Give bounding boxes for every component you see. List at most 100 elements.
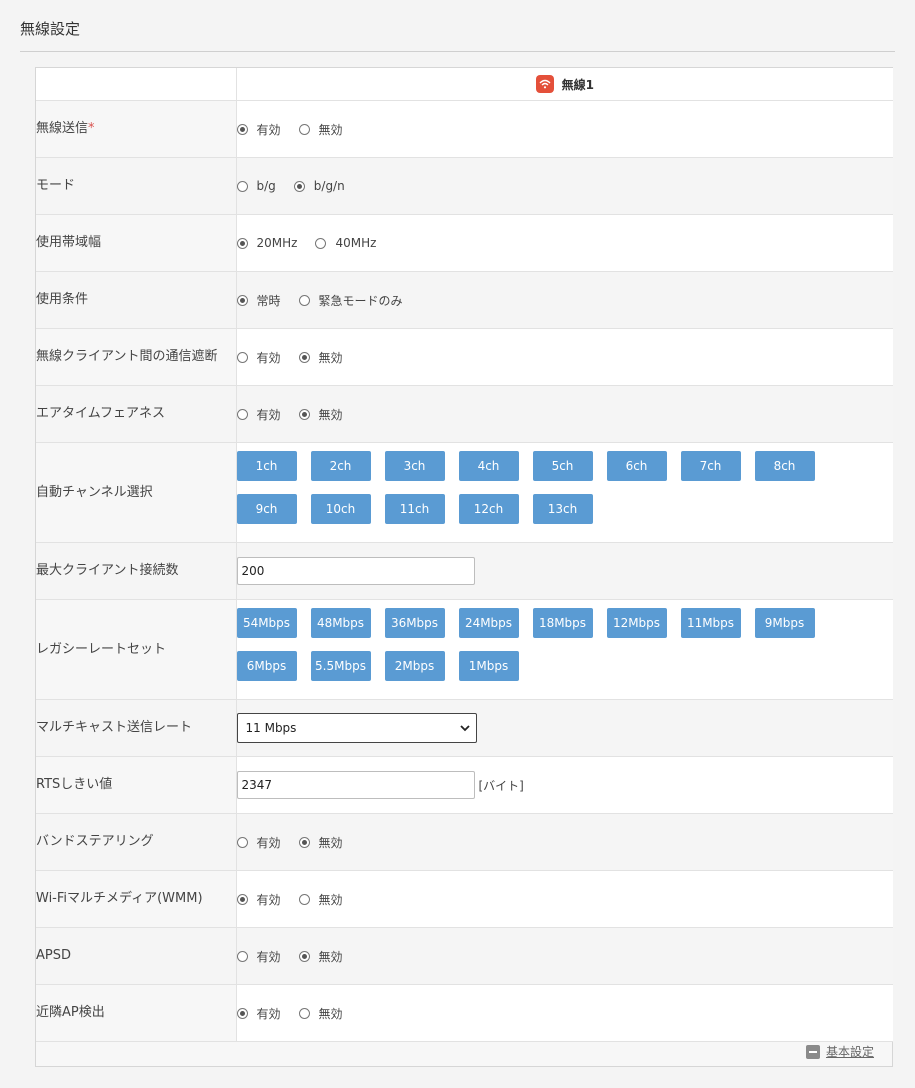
radio-option[interactable]: 有効: [236, 834, 281, 851]
collapse-minus-icon[interactable]: [805, 1044, 820, 1059]
radio-unchecked-icon[interactable]: [236, 351, 248, 363]
row-mode: モード b/g b/g/n: [36, 157, 893, 215]
channel-button[interactable]: 5ch: [532, 451, 593, 481]
rate-button[interactable]: 48Mbps: [310, 608, 371, 638]
radio-checked-icon[interactable]: [293, 180, 305, 192]
radio-label: 有効: [256, 407, 281, 422]
radio-label: 有効: [256, 350, 281, 365]
radio-option[interactable]: 有効: [236, 1005, 281, 1022]
channel-button[interactable]: 2ch: [310, 451, 371, 481]
radio-option[interactable]: 無効: [298, 349, 343, 366]
radio-checked-icon[interactable]: [298, 351, 310, 363]
footer-basic-settings[interactable]: 基本設定: [805, 1043, 874, 1060]
channel-button[interactable]: 3ch: [384, 451, 445, 481]
radio-unchecked-icon[interactable]: [298, 123, 310, 135]
row-label: 使用条件: [36, 271, 237, 329]
rate-button[interactable]: 5.5Mbps: [310, 651, 371, 681]
row-value: 1ch 2ch 3ch 4ch 5ch 6ch 7ch 8ch 9ch 10ch 11ch 12ch 1…: [236, 442, 893, 543]
rts-threshold-input[interactable]: [236, 771, 475, 799]
radio-unchecked-icon[interactable]: [298, 294, 310, 306]
radio-checked-icon[interactable]: [236, 237, 248, 249]
required-mark: *: [88, 121, 95, 136]
radio-unchecked-icon[interactable]: [298, 1007, 310, 1019]
rate-button[interactable]: 36Mbps: [384, 608, 445, 638]
row-label: バンドステアリング: [36, 813, 237, 871]
rate-button[interactable]: 2Mbps: [384, 651, 445, 681]
rate-button[interactable]: 6Mbps: [236, 651, 297, 681]
radio-checked-icon[interactable]: [298, 950, 310, 962]
channel-button[interactable]: 12ch: [458, 494, 519, 524]
radio-unchecked-icon[interactable]: [236, 950, 248, 962]
radio-unchecked-icon[interactable]: [315, 237, 327, 249]
radio-label: 無効: [318, 350, 343, 365]
rate-button[interactable]: 9Mbps: [754, 608, 815, 638]
row-value: 11 Mbps: [236, 699, 893, 757]
channel-button[interactable]: 7ch: [680, 451, 741, 481]
row-multicast: マルチキャスト送信レート 11 Mbps: [36, 699, 893, 757]
radio-checked-icon[interactable]: [236, 893, 248, 905]
radio-label: 20MHz: [256, 236, 298, 250]
radio-checked-icon[interactable]: [236, 123, 248, 135]
channel-button[interactable]: 11ch: [384, 494, 445, 524]
channel-button[interactable]: 6ch: [606, 451, 667, 481]
radio-option[interactable]: 緊急モードのみ: [298, 292, 403, 309]
row-apsd: APSD 有効 無効: [36, 927, 893, 985]
radio-unchecked-icon[interactable]: [236, 408, 248, 420]
radio-label: 有効: [256, 949, 281, 964]
radio-unchecked-icon[interactable]: [236, 836, 248, 848]
radio-unchecked-icon[interactable]: [236, 180, 248, 192]
row-auto-channel: 自動チャンネル選択 1ch 2ch 3ch 4ch 5ch 6ch 7ch 8ch 9ch 10c…: [36, 442, 893, 543]
radio-option[interactable]: 無効: [298, 1005, 343, 1022]
row-value: 有効 無効: [236, 984, 893, 1042]
radio-option[interactable]: 無効: [298, 121, 343, 138]
rate-button[interactable]: 54Mbps: [236, 608, 297, 638]
radio-group: 常時 緊急モードのみ: [236, 292, 894, 309]
channel-button[interactable]: 9ch: [236, 494, 297, 524]
rate-button[interactable]: 12Mbps: [606, 608, 667, 638]
radio-checked-icon[interactable]: [236, 1007, 248, 1019]
rts-unit: [バイト]: [478, 778, 524, 793]
channel-button[interactable]: 1ch: [236, 451, 297, 481]
row-label: モード: [36, 157, 237, 215]
radio-option[interactable]: 常時: [236, 292, 281, 309]
rate-button-grid: 54Mbps 48Mbps 36Mbps 24Mbps 18Mbps 12Mbps 11Mb…: [236, 600, 837, 699]
radio-label: 緊急モードのみ: [318, 293, 403, 308]
radio-option[interactable]: 無効: [298, 406, 343, 423]
rate-button[interactable]: 1Mbps: [458, 651, 519, 681]
radio-option[interactable]: b/g/n: [293, 179, 345, 193]
row-rts: RTSしきい値 [バイト]: [36, 756, 893, 814]
radio-unchecked-icon[interactable]: [298, 893, 310, 905]
channel-button[interactable]: 10ch: [310, 494, 371, 524]
rate-button[interactable]: 24Mbps: [458, 608, 519, 638]
radio-checked-icon[interactable]: [236, 294, 248, 306]
row-value: 20MHz 40MHz: [236, 214, 893, 272]
rate-button[interactable]: 11Mbps: [680, 608, 741, 638]
radio-option[interactable]: 有効: [236, 948, 281, 965]
channel-button[interactable]: 13ch: [532, 494, 593, 524]
radio-option[interactable]: 有効: [236, 406, 281, 423]
radio-checked-icon[interactable]: [298, 408, 310, 420]
radio-group: 有効 無効: [236, 349, 894, 366]
radio-option[interactable]: 有効: [236, 891, 281, 908]
radio-option[interactable]: 40MHz: [315, 236, 376, 250]
rate-button[interactable]: 18Mbps: [532, 608, 593, 638]
radio-option[interactable]: 無効: [298, 948, 343, 965]
radio-option[interactable]: 有効: [236, 121, 281, 138]
radio-option[interactable]: 20MHz: [236, 236, 298, 250]
row-isolation: 無線クライアント間の通信遮断 有効 無効: [36, 328, 894, 386]
channel-button[interactable]: 8ch: [754, 451, 815, 481]
row-condition: 使用条件 常時 緊急モードのみ: [36, 271, 894, 329]
basic-settings-link[interactable]: 基本設定: [826, 1043, 874, 1060]
channel-button[interactable]: 4ch: [458, 451, 519, 481]
radio-option[interactable]: 有効: [236, 349, 281, 366]
row-tx: 無線送信* 有効 無効: [36, 100, 893, 158]
row-value: 有効 無効: [236, 927, 893, 985]
radio-option[interactable]: 無効: [298, 834, 343, 851]
radio-option[interactable]: b/g: [236, 179, 276, 193]
radio-option[interactable]: 無効: [298, 891, 343, 908]
radio-checked-icon[interactable]: [298, 836, 310, 848]
row-label: レガシーレートセット: [36, 599, 237, 700]
row-label: RTSしきい値: [36, 756, 237, 814]
max-clients-input[interactable]: [236, 557, 475, 585]
multicast-rate-select[interactable]: 11 Mbps: [236, 713, 477, 743]
